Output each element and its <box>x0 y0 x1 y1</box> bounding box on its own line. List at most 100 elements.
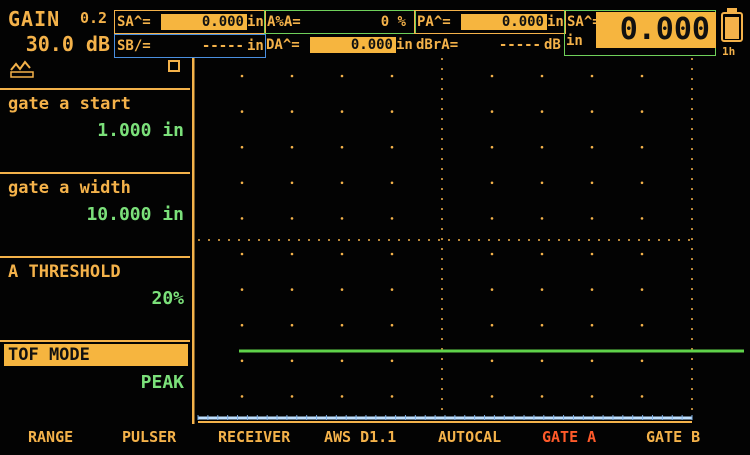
param-a-threshold[interactable]: A THRESHOLD 20% <box>0 260 190 316</box>
grid-dot <box>390 359 394 363</box>
grid-dot <box>590 288 594 291</box>
grid-dot <box>390 181 394 185</box>
reading-unit: dB <box>544 37 561 53</box>
grid-dot <box>490 181 494 185</box>
grid-dot <box>340 181 344 185</box>
grid-dot <box>590 395 594 398</box>
reading-value: ----- <box>201 38 244 54</box>
grid-dot <box>240 288 244 291</box>
panel-divider <box>0 172 190 174</box>
grid-dot <box>290 217 294 220</box>
reading-value: 0.000 <box>310 37 396 53</box>
menu-gate-a[interactable]: GATE A <box>542 428 596 446</box>
grid-dot <box>390 145 394 149</box>
grid-dot <box>390 217 394 220</box>
grid-dot <box>290 395 294 398</box>
a-scan-display[interactable] <box>192 58 744 424</box>
grid-dot <box>490 217 494 220</box>
softkey-menu: RANGE PULSER RECEIVER AWS D1.1 AUTOCAL G… <box>0 428 750 452</box>
reading-value: ----- <box>498 37 541 53</box>
grid-dot <box>590 252 594 256</box>
menu-gate-b[interactable]: GATE B <box>646 428 700 446</box>
grid-dot <box>390 110 394 113</box>
reading-unit: in <box>396 37 413 53</box>
gain-step[interactable]: 0.2 <box>80 9 107 27</box>
grid-dot <box>490 359 494 363</box>
grid-dot <box>590 359 594 363</box>
param-gate-a-start[interactable]: gate a start 1.000 in <box>0 92 190 148</box>
grid-dot <box>490 74 494 78</box>
grid-dot <box>240 181 244 185</box>
grid-dot <box>590 181 594 185</box>
grid-dot <box>540 323 544 327</box>
grid-dot <box>540 145 544 149</box>
grid-dot <box>390 323 394 327</box>
grid-dot <box>290 288 294 291</box>
grid-dot <box>340 145 344 149</box>
param-value[interactable]: 10.000 in <box>86 204 184 225</box>
grid-dot <box>240 74 244 78</box>
menu-pulser[interactable]: PULSER <box>122 428 176 446</box>
grid-dot <box>340 217 344 220</box>
grid-dot <box>290 110 294 113</box>
grid-dot <box>240 359 244 363</box>
grid-dot <box>340 252 344 256</box>
grid-dot <box>290 323 294 327</box>
grid-dot <box>540 395 544 398</box>
grid-dot <box>240 323 244 327</box>
menu-aws-d1-1[interactable]: AWS D1.1 <box>324 428 396 446</box>
gain-label: GAIN <box>8 7 61 31</box>
waveform-icon[interactable] <box>10 60 34 78</box>
param-value[interactable]: 1.000 in <box>97 120 184 141</box>
grid-dot <box>490 145 494 149</box>
param-title: gate a width <box>8 178 131 198</box>
grid-dot <box>540 181 544 185</box>
grid-dot <box>240 217 244 220</box>
grid-dot <box>340 288 344 291</box>
menu-autocal[interactable]: AUTOCAL <box>438 428 501 446</box>
reading-label: PA^= <box>417 14 451 30</box>
big-reading-unit: in <box>566 33 583 49</box>
param-value[interactable]: 20% <box>151 288 184 309</box>
grid-dot <box>640 252 644 256</box>
grid-dot <box>540 74 544 78</box>
reading-label: SB/= <box>117 38 151 54</box>
gain-value[interactable]: 30.0 dB <box>10 32 110 56</box>
grid-dot <box>590 323 594 327</box>
grid-dot <box>290 74 294 78</box>
grid-dot <box>340 323 344 327</box>
reading-sb: SB/= ----- in <box>114 34 266 58</box>
grid-dot <box>490 395 494 398</box>
panel-divider <box>0 340 190 342</box>
reading-unit: in <box>547 14 564 30</box>
grid-dot <box>290 145 294 149</box>
panel-divider <box>0 88 190 90</box>
grid-dot <box>540 288 544 291</box>
grid-dot <box>340 110 344 113</box>
battery-time: 1h <box>722 45 736 58</box>
grid-dot <box>240 110 244 113</box>
grid-dot <box>640 145 644 149</box>
param-value[interactable]: PEAK <box>141 372 184 393</box>
reading-value: 0 % <box>380 14 406 30</box>
readings-row-2: SB/= ----- in DA^= 0.000 in dBrA= ----- … <box>114 34 564 58</box>
menu-range[interactable]: RANGE <box>28 428 73 446</box>
grid-dot <box>490 323 494 327</box>
menu-receiver[interactable]: RECEIVER <box>218 428 290 446</box>
grid-dot <box>290 359 294 363</box>
reading-sa: SA^= 0.000 in <box>114 10 266 34</box>
grid-dot <box>390 395 394 398</box>
grid-dot <box>540 252 544 256</box>
big-reading-value: 0.000 <box>596 12 716 48</box>
grid-dot <box>640 288 644 291</box>
reading-label: A%A= <box>267 14 301 30</box>
save-icon[interactable] <box>168 60 180 72</box>
grid-dot <box>640 181 644 185</box>
grid-dot <box>390 252 394 256</box>
grid-dot <box>540 359 544 363</box>
reading-label: dBrA= <box>416 37 459 53</box>
param-gate-a-width[interactable]: gate a width 10.000 in <box>0 176 190 232</box>
reading-a-percent: A%A= 0 % <box>264 10 416 34</box>
reading-value: 0.000 <box>161 14 247 30</box>
param-tof-mode[interactable]: TOF MODE PEAK <box>0 344 190 400</box>
